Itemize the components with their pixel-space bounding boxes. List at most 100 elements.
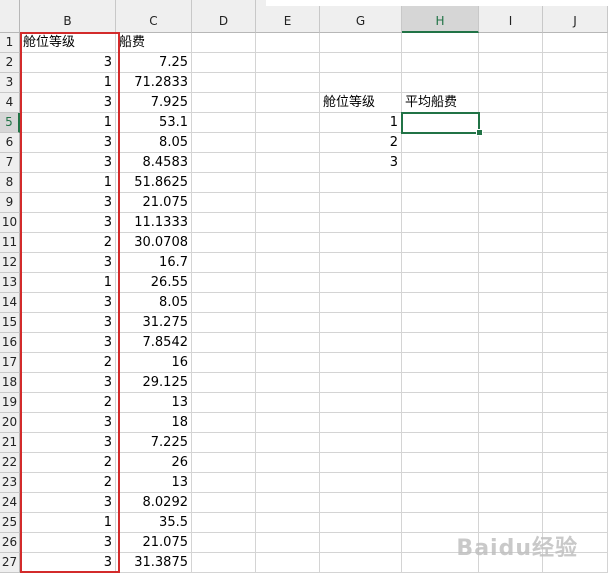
cell-i9[interactable] — [479, 193, 543, 213]
cell-j5[interactable] — [543, 113, 608, 133]
cell-g17[interactable] — [320, 353, 402, 373]
cell-g8[interactable] — [320, 173, 402, 193]
cell-j17[interactable] — [543, 353, 608, 373]
cell-j24[interactable] — [543, 493, 608, 513]
cell-c7[interactable]: 8.4583 — [116, 153, 192, 173]
cell-d19[interactable] — [192, 393, 256, 413]
cell-j19[interactable] — [543, 393, 608, 413]
cell-g24[interactable] — [320, 493, 402, 513]
cell-d23[interactable] — [192, 473, 256, 493]
cell-h2[interactable] — [402, 53, 479, 73]
cell-c21[interactable]: 7.225 — [116, 433, 192, 453]
cell-d5[interactable] — [192, 113, 256, 133]
cell-d24[interactable] — [192, 493, 256, 513]
cell-c17[interactable]: 16 — [116, 353, 192, 373]
cell-e24[interactable] — [256, 493, 320, 513]
cell-c11[interactable]: 30.0708 — [116, 233, 192, 253]
cell-h7[interactable] — [402, 153, 479, 173]
cell-c1[interactable]: 船费 — [116, 33, 192, 53]
cell-b21[interactable]: 3 — [20, 433, 116, 453]
row-header-8[interactable]: 8 — [0, 173, 20, 193]
cell-d1[interactable] — [192, 33, 256, 53]
cell-i19[interactable] — [479, 393, 543, 413]
cell-j18[interactable] — [543, 373, 608, 393]
cell-c22[interactable]: 26 — [116, 453, 192, 473]
cell-b6[interactable]: 3 — [20, 133, 116, 153]
cell-j1[interactable] — [543, 33, 608, 53]
cell-g2[interactable] — [320, 53, 402, 73]
cell-h9[interactable] — [402, 193, 479, 213]
cell-h21[interactable] — [402, 433, 479, 453]
row-header-21[interactable]: 21 — [0, 433, 20, 453]
cell-d25[interactable] — [192, 513, 256, 533]
cell-i15[interactable] — [479, 313, 543, 333]
cell-d20[interactable] — [192, 413, 256, 433]
cell-e12[interactable] — [256, 253, 320, 273]
cell-c25[interactable]: 35.5 — [116, 513, 192, 533]
cell-i23[interactable] — [479, 473, 543, 493]
row-header-1[interactable]: 1 — [0, 33, 20, 53]
cell-b16[interactable]: 3 — [20, 333, 116, 353]
cell-h11[interactable] — [402, 233, 479, 253]
cell-e4[interactable] — [256, 93, 320, 113]
row-header-11[interactable]: 11 — [0, 233, 20, 253]
cell-e16[interactable] — [256, 333, 320, 353]
cell-i12[interactable] — [479, 253, 543, 273]
cell-j2[interactable] — [543, 53, 608, 73]
cell-b11[interactable]: 2 — [20, 233, 116, 253]
cell-c5[interactable]: 53.1 — [116, 113, 192, 133]
cell-h4[interactable]: 平均船费 — [402, 93, 479, 113]
cell-b22[interactable]: 2 — [20, 453, 116, 473]
row-header-15[interactable]: 15 — [0, 313, 20, 333]
cell-j13[interactable] — [543, 273, 608, 293]
cell-d8[interactable] — [192, 173, 256, 193]
cell-b15[interactable]: 3 — [20, 313, 116, 333]
cell-j9[interactable] — [543, 193, 608, 213]
cell-c9[interactable]: 21.075 — [116, 193, 192, 213]
cell-h18[interactable] — [402, 373, 479, 393]
cell-e25[interactable] — [256, 513, 320, 533]
row-header-5[interactable]: 5 — [0, 113, 20, 133]
cell-d13[interactable] — [192, 273, 256, 293]
cell-i10[interactable] — [479, 213, 543, 233]
cell-c12[interactable]: 16.7 — [116, 253, 192, 273]
cell-e7[interactable] — [256, 153, 320, 173]
cell-d4[interactable] — [192, 93, 256, 113]
cell-d26[interactable] — [192, 533, 256, 553]
cell-b26[interactable]: 3 — [20, 533, 116, 553]
row-header-10[interactable]: 10 — [0, 213, 20, 233]
cell-j22[interactable] — [543, 453, 608, 473]
cell-b25[interactable]: 1 — [20, 513, 116, 533]
row-header-3[interactable]: 3 — [0, 73, 20, 93]
row-header-13[interactable]: 13 — [0, 273, 20, 293]
cell-d6[interactable] — [192, 133, 256, 153]
cell-i22[interactable] — [479, 453, 543, 473]
cell-j8[interactable] — [543, 173, 608, 193]
cell-i14[interactable] — [479, 293, 543, 313]
cell-h17[interactable] — [402, 353, 479, 373]
cell-g27[interactable] — [320, 553, 402, 573]
cell-c18[interactable]: 29.125 — [116, 373, 192, 393]
cell-h19[interactable] — [402, 393, 479, 413]
cell-h20[interactable] — [402, 413, 479, 433]
cell-b13[interactable]: 1 — [20, 273, 116, 293]
cell-b3[interactable]: 1 — [20, 73, 116, 93]
cell-j4[interactable] — [543, 93, 608, 113]
cell-b1[interactable]: 舱位等级 — [20, 33, 116, 53]
cell-j3[interactable] — [543, 73, 608, 93]
column-header-d[interactable]: D — [192, 0, 256, 33]
cell-d15[interactable] — [192, 313, 256, 333]
cell-g6[interactable]: 2 — [320, 133, 402, 153]
cell-j10[interactable] — [543, 213, 608, 233]
row-header-6[interactable]: 6 — [0, 133, 20, 153]
cell-e10[interactable] — [256, 213, 320, 233]
cell-e20[interactable] — [256, 413, 320, 433]
cell-e14[interactable] — [256, 293, 320, 313]
row-header-20[interactable]: 20 — [0, 413, 20, 433]
cell-c24[interactable]: 8.0292 — [116, 493, 192, 513]
row-header-2[interactable]: 2 — [0, 53, 20, 73]
select-all-corner[interactable] — [0, 0, 20, 33]
cell-b2[interactable]: 3 — [20, 53, 116, 73]
cell-i13[interactable] — [479, 273, 543, 293]
cell-c19[interactable]: 13 — [116, 393, 192, 413]
